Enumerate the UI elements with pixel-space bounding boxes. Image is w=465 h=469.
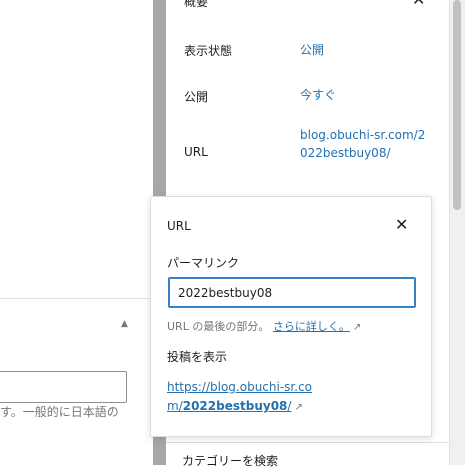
publish-label: 公開 xyxy=(184,90,209,104)
caret-up-icon[interactable]: ▲ xyxy=(121,319,128,329)
visibility-value[interactable]: 公開 xyxy=(300,41,324,59)
popover-title: URL xyxy=(167,219,191,233)
sidebar-divider xyxy=(166,442,449,443)
close-icon[interactable]: ✕ xyxy=(395,215,408,234)
publish-value[interactable]: 今すぐ xyxy=(300,86,336,104)
permalink-input[interactable] xyxy=(168,277,416,308)
permalink-help-text: URL の最後の部分。 xyxy=(167,320,270,333)
permalink-help: URL の最後の部分。 さらに詳しく。 ↗ xyxy=(167,318,361,334)
left-text-field[interactable] xyxy=(0,371,127,403)
url-label: URL xyxy=(184,145,208,159)
view-post-label: 投稿を表示 xyxy=(167,350,228,364)
left-help-text: す。一般的に日本語の xyxy=(0,405,119,419)
sidebar-scrollbar[interactable] xyxy=(449,0,465,465)
learn-more-link[interactable]: さらに詳しく。 xyxy=(273,320,350,333)
external-link-icon: ↗ xyxy=(294,402,303,413)
url-value[interactable]: blog.obuchi-sr.com/2022bestbuy08/ xyxy=(300,126,430,162)
post-url-suffix: / xyxy=(287,399,292,413)
summary-close-icon[interactable]: ✕ xyxy=(412,0,425,9)
summary-title: 概要 xyxy=(184,0,209,9)
external-link-icon: ↗ xyxy=(352,322,362,333)
visibility-label: 表示状態 xyxy=(184,44,233,58)
category-search-label[interactable]: カテゴリーを検索 xyxy=(182,452,278,469)
editor-canvas: ▲ す。一般的に日本語の xyxy=(0,0,153,466)
post-url-slug: 2022bestbuy08 xyxy=(182,399,288,413)
sidebar-scrollbar-thumb[interactable] xyxy=(453,0,461,210)
url-popover: URL ✕ パーマリンク URL の最後の部分。 さらに詳しく。↗ 投稿を表示 … xyxy=(150,196,432,437)
left-panel: ▲ す。一般的に日本語の xyxy=(0,298,153,466)
post-url-link[interactable]: https://blog.obuchi-sr.com/2022bestbuy08… xyxy=(167,378,317,417)
permalink-label: パーマリンク xyxy=(167,256,240,270)
